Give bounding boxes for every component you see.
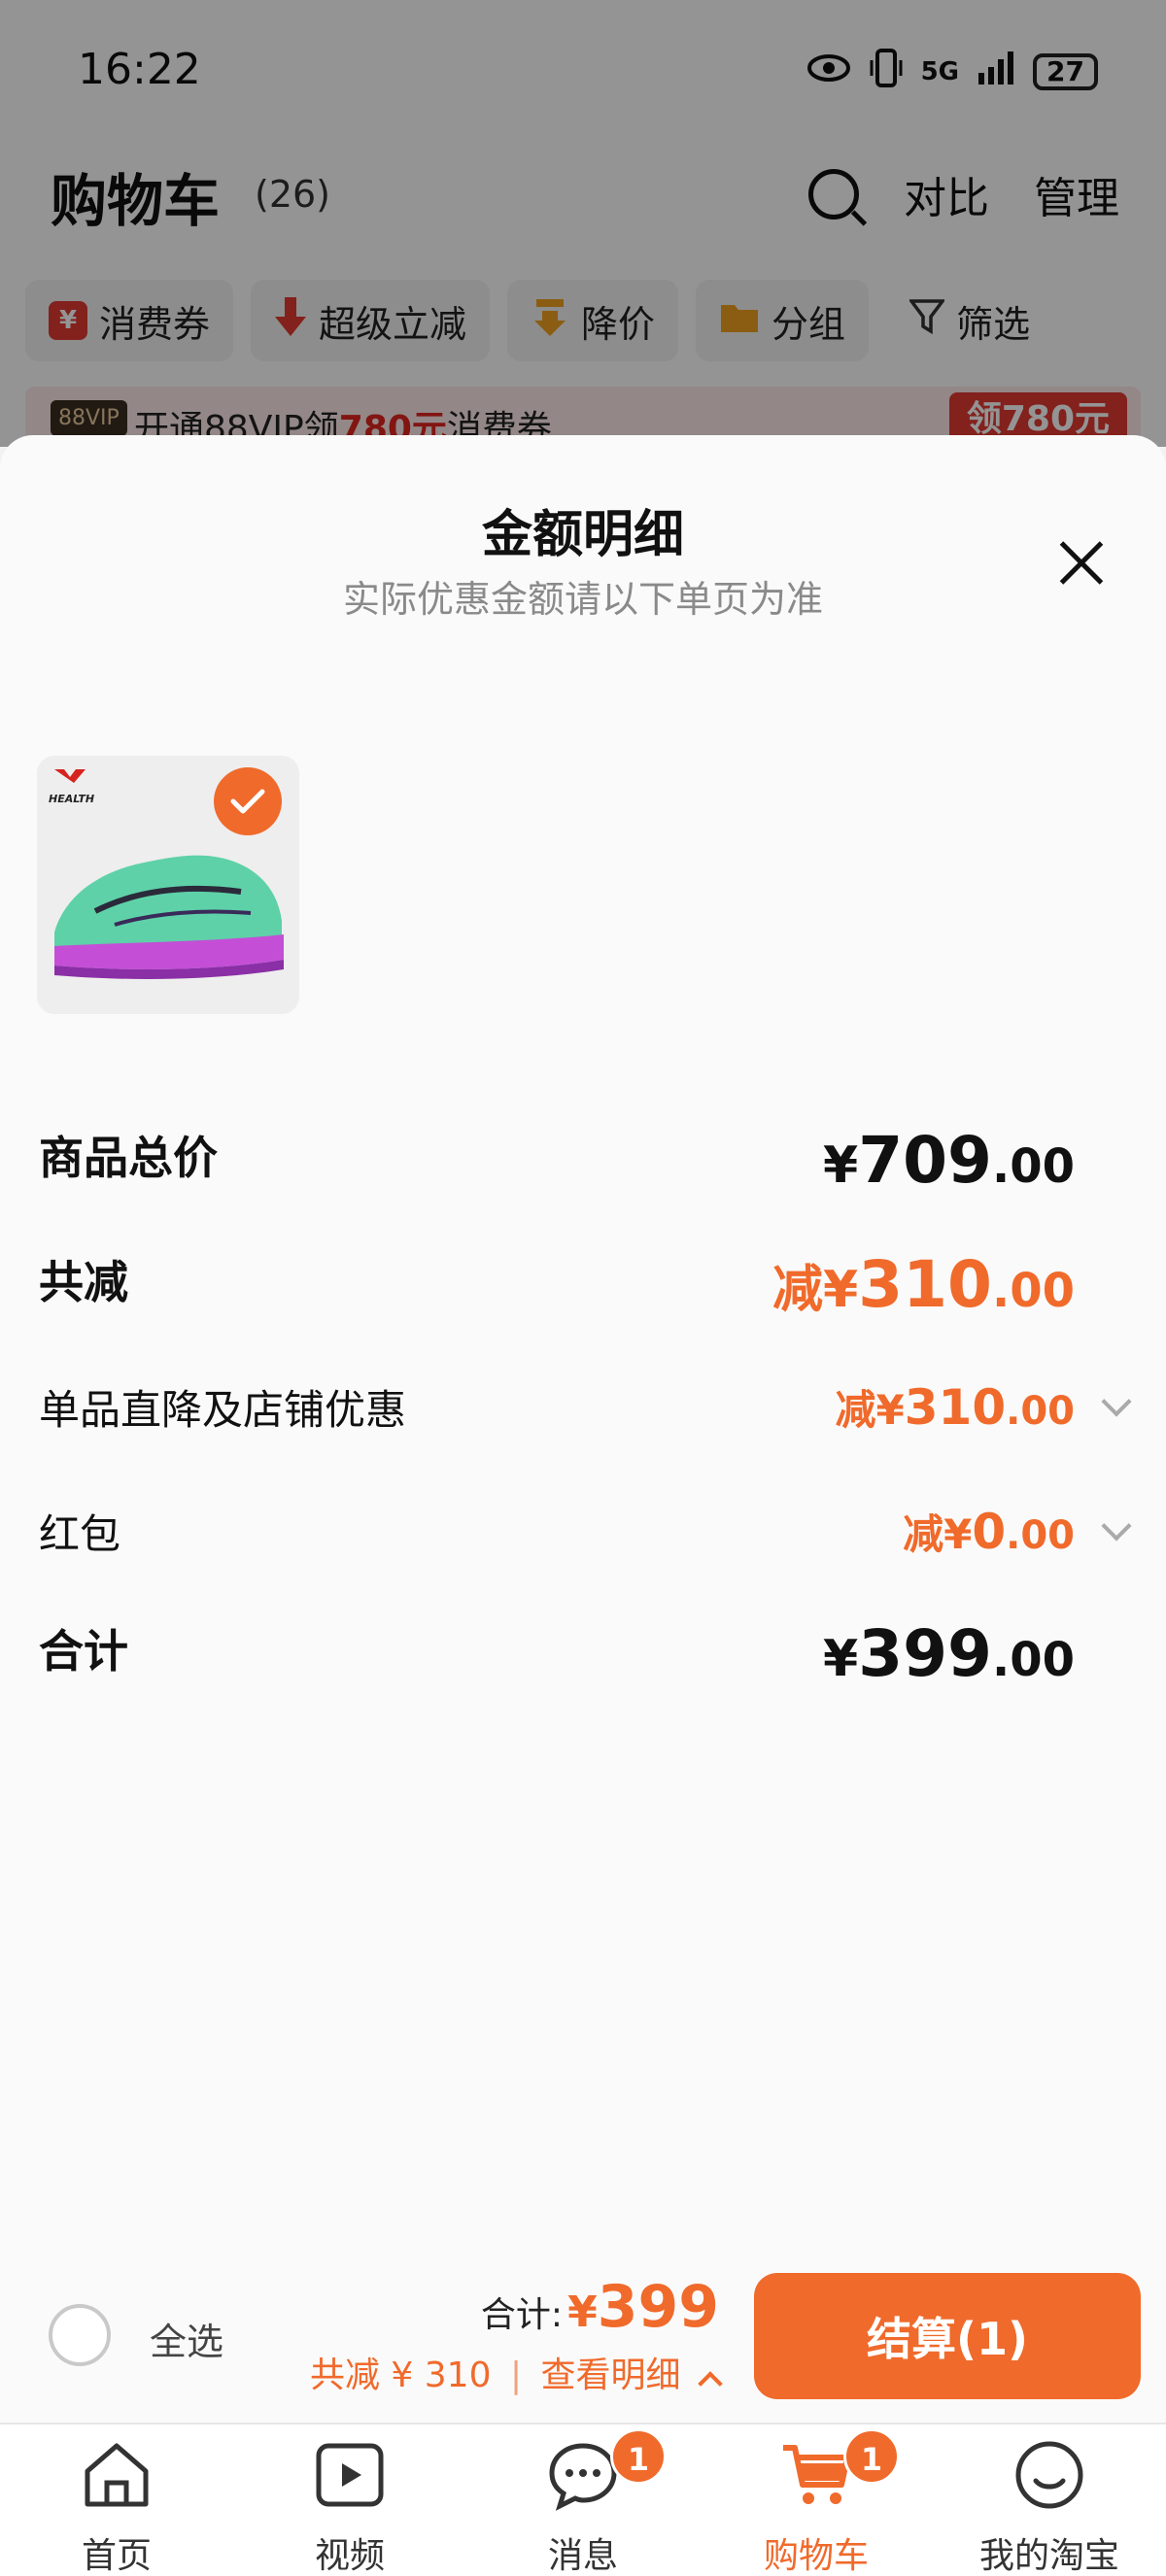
svg-text:HEALTH: HEALTH [49,793,94,805]
row-label: 商品总价 [39,1132,218,1184]
tab-label: 购物车 [763,2536,869,2576]
row-sum: 合计 ¥399.00 [39,1616,1127,1694]
tab-profile[interactable]: 我的淘宝 [952,2438,1147,2576]
cart-icon [779,2438,853,2512]
row-label: 共减 [39,1256,128,1308]
row-red-packet[interactable]: 红包 减¥0.00 [39,1502,1132,1570]
row-label: 合计 [39,1625,128,1678]
separator: | [509,2356,523,2395]
tab-cart[interactable]: 1 购物车 [719,2428,913,2576]
sheet-title: 金额明细 [481,506,684,564]
total-label: 合计: [480,2295,564,2335]
bottom-tab-bar: 首页 视频 1 消息 1 购物车 我的淘宝 [0,2423,1166,2576]
cart-page-background: 16:22 5G 27 购物车 (26) 对比 管理 ¥ 消费券 超级立减 降价… [0,0,1166,455]
total-currency: ¥ [567,2288,598,2337]
row-value: 减¥310.00 [772,1247,1075,1322]
row-label: 单品直降及店铺优惠 [39,1386,407,1434]
total-amount: 399 [597,2273,719,2341]
tab-video[interactable]: 视频 [253,2438,447,2576]
product-thumbnail[interactable]: HEALTH [37,756,299,1014]
close-icon[interactable] [1049,532,1112,594]
select-all-radio[interactable] [49,2304,111,2366]
row-value: 减¥310.00 [835,1379,1075,1436]
row-total-price: 商品总价 ¥709.00 [39,1123,1127,1201]
chevron-down-icon[interactable] [1101,1386,1132,1417]
checkout-bar: 全选 合计: ¥399 共减 ¥ 310 | 查看明细 结算(1) [0,2244,1166,2419]
sheet-subtitle: 实际优惠金额请以下单页为准 [342,578,823,621]
row-discount-total: 共减 减¥310.00 [39,1247,1127,1325]
row-value: ¥399.00 [823,1616,1075,1691]
tab-label: 首页 [81,2536,152,2576]
total-line: 合计: ¥399 [481,2273,719,2341]
video-icon [313,2438,387,2512]
row-label: 红包 [39,1510,121,1558]
checkout-button[interactable]: 结算(1) [754,2273,1141,2399]
tab-messages[interactable]: 1 消息 [486,2428,680,2576]
chevron-up-icon[interactable] [698,2371,723,2396]
row-store-discount[interactable]: 单品直降及店铺优惠 减¥310.00 [39,1377,1132,1445]
saved-amount: 共减 ¥ 310 [309,2356,492,2395]
home-icon [80,2438,154,2512]
select-all-label[interactable]: 全选 [150,2312,223,2365]
notification-badge: 1 [610,2428,667,2485]
tab-label: 我的淘宝 [978,2536,1119,2576]
notification-badge: 1 [843,2428,900,2485]
row-value: ¥709.00 [823,1123,1075,1198]
modal-overlay[interactable] [0,0,1166,447]
shoe-image [37,824,299,999]
row-value: 减¥0.00 [903,1504,1075,1560]
tab-label: 消息 [547,2536,618,2576]
profile-icon [1012,2438,1086,2512]
tab-home[interactable]: 首页 [19,2438,214,2576]
view-details-link[interactable]: 查看明细 [541,2356,681,2395]
brand-logo: HEALTH [47,765,109,806]
message-icon [546,2438,620,2512]
tab-label: 视频 [314,2536,385,2576]
chevron-down-icon[interactable] [1101,1510,1132,1542]
saved-line[interactable]: 共减 ¥ 310 | 查看明细 [309,2347,723,2397]
